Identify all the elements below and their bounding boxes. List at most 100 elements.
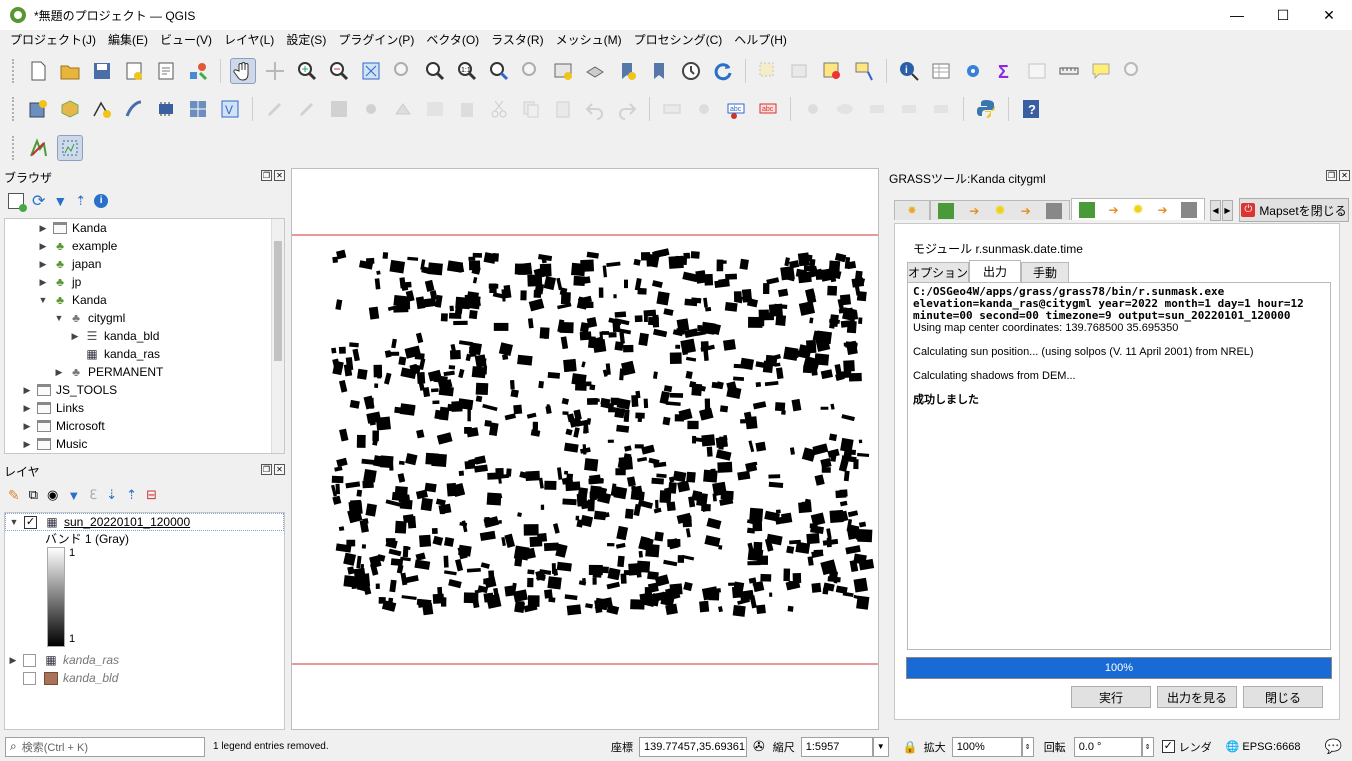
- browser-item-js-tools[interactable]: ▶ JS_TOOLS: [5, 381, 284, 399]
- grass-tools-icon[interactable]: [25, 135, 51, 161]
- filter-browser-icon[interactable]: ▼: [53, 193, 67, 209]
- expand-arrow-icon[interactable]: ▶: [7, 655, 19, 666]
- layer-labeling-icon[interactable]: abc: [723, 96, 749, 122]
- locator-search[interactable]: ⌕ 検索(Ctrl + K): [5, 736, 205, 757]
- run-button[interactable]: 実行: [1071, 686, 1151, 708]
- vertex-tool-icon[interactable]: [390, 96, 416, 122]
- tab-scroll-left-icon[interactable]: ◀: [1210, 200, 1221, 221]
- crs-button[interactable]: 🌐 EPSG:6668: [1226, 740, 1301, 754]
- digitize-icon[interactable]: [358, 96, 384, 122]
- grass-tab-module-2[interactable]: ➔ ✹ ➔: [1071, 198, 1205, 220]
- coordinate-field[interactable]: 139.77457,35.69361: [639, 736, 747, 757]
- collapse-arrow-icon[interactable]: ▼: [53, 313, 65, 323]
- toolbar-grip[interactable]: [12, 97, 16, 121]
- scrollbar-thumb[interactable]: [274, 241, 282, 361]
- output-text-area[interactable]: C:/OSGeo4W/apps/grass/grass78/bin/r.sunm…: [907, 282, 1331, 650]
- close-window-button[interactable]: ✕: [1306, 0, 1352, 30]
- menu-plugins[interactable]: プラグイン(P): [332, 30, 420, 51]
- zoom-to-selection-icon[interactable]: [390, 58, 416, 84]
- expand-arrow-icon[interactable]: ▶: [69, 331, 81, 342]
- toolbar-grip[interactable]: [12, 59, 16, 83]
- grass-tab-module-1[interactable]: ➔ ✹ ➔: [930, 200, 1070, 220]
- zoom-next-icon[interactable]: [518, 58, 544, 84]
- zoom-native-icon[interactable]: 1:1: [454, 58, 480, 84]
- expand-arrow-icon[interactable]: ▶: [21, 385, 33, 396]
- field-calculator-icon[interactable]: [1024, 58, 1050, 84]
- open-attribute-table-icon[interactable]: [928, 58, 954, 84]
- select-by-value-icon[interactable]: [787, 58, 813, 84]
- layer-visibility-checkbox[interactable]: [23, 671, 36, 685]
- properties-icon[interactable]: i: [94, 194, 109, 208]
- browser-item-links[interactable]: ▶ Links: [5, 399, 284, 417]
- new-geopackage-icon[interactable]: [57, 96, 83, 122]
- browser-item-citygml[interactable]: ▼ ♣ citygml: [5, 309, 284, 327]
- new-3d-view-icon[interactable]: [582, 58, 608, 84]
- expand-arrow-icon[interactable]: ▶: [53, 367, 65, 378]
- menu-vector[interactable]: ベクタ(O): [420, 30, 485, 51]
- browser-item-microsoft[interactable]: ▶ Microsoft: [5, 417, 284, 435]
- open-project-icon[interactable]: [57, 58, 83, 84]
- close-panel-button[interactable]: ✕: [1339, 170, 1350, 181]
- rotation-field[interactable]: 0.0 °: [1073, 736, 1142, 757]
- map-canvas[interactable]: [291, 168, 879, 730]
- layer-item-kanda-bld[interactable]: kanda_bld: [5, 669, 284, 687]
- current-edits-icon[interactable]: [262, 96, 288, 122]
- grass-tab-modules[interactable]: ✸: [894, 200, 930, 220]
- layout-manager-icon[interactable]: [153, 58, 179, 84]
- temporal-controller-icon[interactable]: [678, 58, 704, 84]
- float-panel-button[interactable]: ❐: [261, 464, 272, 475]
- lock-scale-icon[interactable]: 🔒: [903, 740, 918, 754]
- show-bookmarks-icon[interactable]: [646, 58, 672, 84]
- browser-item-kanda-location[interactable]: ▼ ♣ Kanda: [5, 291, 284, 309]
- render-checkbox[interactable]: ✓: [1161, 740, 1175, 753]
- menu-processing[interactable]: プロセシング(C): [628, 30, 729, 51]
- modify-attributes-icon[interactable]: [422, 96, 448, 122]
- style-manager-icon[interactable]: [185, 58, 211, 84]
- magnifier-field[interactable]: 100%: [951, 736, 1022, 757]
- rotation-spin-icon[interactable]: ⇕: [1141, 736, 1154, 757]
- expand-arrow-icon[interactable]: ▶: [37, 223, 49, 234]
- browser-scrollbar[interactable]: [271, 219, 284, 453]
- maximize-button[interactable]: ☐: [1260, 0, 1306, 30]
- collapse-arrow-icon[interactable]: ▼: [37, 295, 49, 305]
- pan-to-selection-icon[interactable]: [262, 58, 288, 84]
- float-panel-button[interactable]: ❐: [1326, 170, 1337, 181]
- expand-arrow-icon[interactable]: ▶: [37, 277, 49, 288]
- save-edits-icon[interactable]: [326, 96, 352, 122]
- manage-themes-icon[interactable]: ◉: [47, 487, 58, 503]
- expand-arrow-icon[interactable]: ▶: [21, 421, 33, 432]
- menu-layer[interactable]: レイヤ(L): [218, 30, 280, 51]
- cut-features-icon[interactable]: [486, 96, 512, 122]
- add-group-icon[interactable]: ⧉: [29, 487, 38, 503]
- zoom-full-icon[interactable]: [358, 58, 384, 84]
- collapse-all-icon[interactable]: ⇡: [75, 193, 86, 209]
- menu-raster[interactable]: ラスタ(R): [485, 30, 549, 51]
- tab-options[interactable]: オプション: [907, 262, 969, 282]
- new-temp-layer-icon[interactable]: V: [217, 96, 243, 122]
- measure-line-icon[interactable]: [1056, 58, 1082, 84]
- new-map-view-icon[interactable]: [550, 58, 576, 84]
- deselect-all-icon[interactable]: [819, 58, 845, 84]
- browser-item-jp[interactable]: ▶ ♣ jp: [5, 273, 284, 291]
- redo-icon[interactable]: [614, 96, 640, 122]
- label-highlight-icon[interactable]: abc: [755, 96, 781, 122]
- expand-arrow-icon[interactable]: ▶: [21, 403, 33, 414]
- close-mapset-button[interactable]: ⏻ Mapsetを閉じる: [1239, 198, 1349, 222]
- zoom-in-icon[interactable]: [294, 58, 320, 84]
- scale-field[interactable]: 1:5957: [800, 736, 873, 757]
- menu-help[interactable]: ヘルプ(H): [728, 30, 793, 51]
- layer-item-sun[interactable]: ▼ ✓ ▦ sun_20220101_120000: [5, 513, 284, 531]
- browser-item-music[interactable]: ▶ Music: [5, 435, 284, 453]
- new-memory-layer-icon[interactable]: [153, 96, 179, 122]
- pin-labels-icon[interactable]: [800, 96, 826, 122]
- menu-view[interactable]: ビュー(V): [154, 30, 218, 51]
- help-contents-icon[interactable]: ?: [1018, 96, 1044, 122]
- menu-edit[interactable]: 編集(E): [102, 30, 154, 51]
- zoom-to-layer-icon[interactable]: [422, 58, 448, 84]
- new-virtual-layer-icon[interactable]: [185, 96, 211, 122]
- identify-features-icon[interactable]: i: [896, 58, 922, 84]
- tab-scroll-right-icon[interactable]: ▶: [1222, 200, 1233, 221]
- browser-item-kanda-folder[interactable]: ▶ Kanda: [5, 219, 284, 237]
- minimize-button[interactable]: —: [1214, 0, 1260, 30]
- add-layer-icon[interactable]: [8, 193, 27, 212]
